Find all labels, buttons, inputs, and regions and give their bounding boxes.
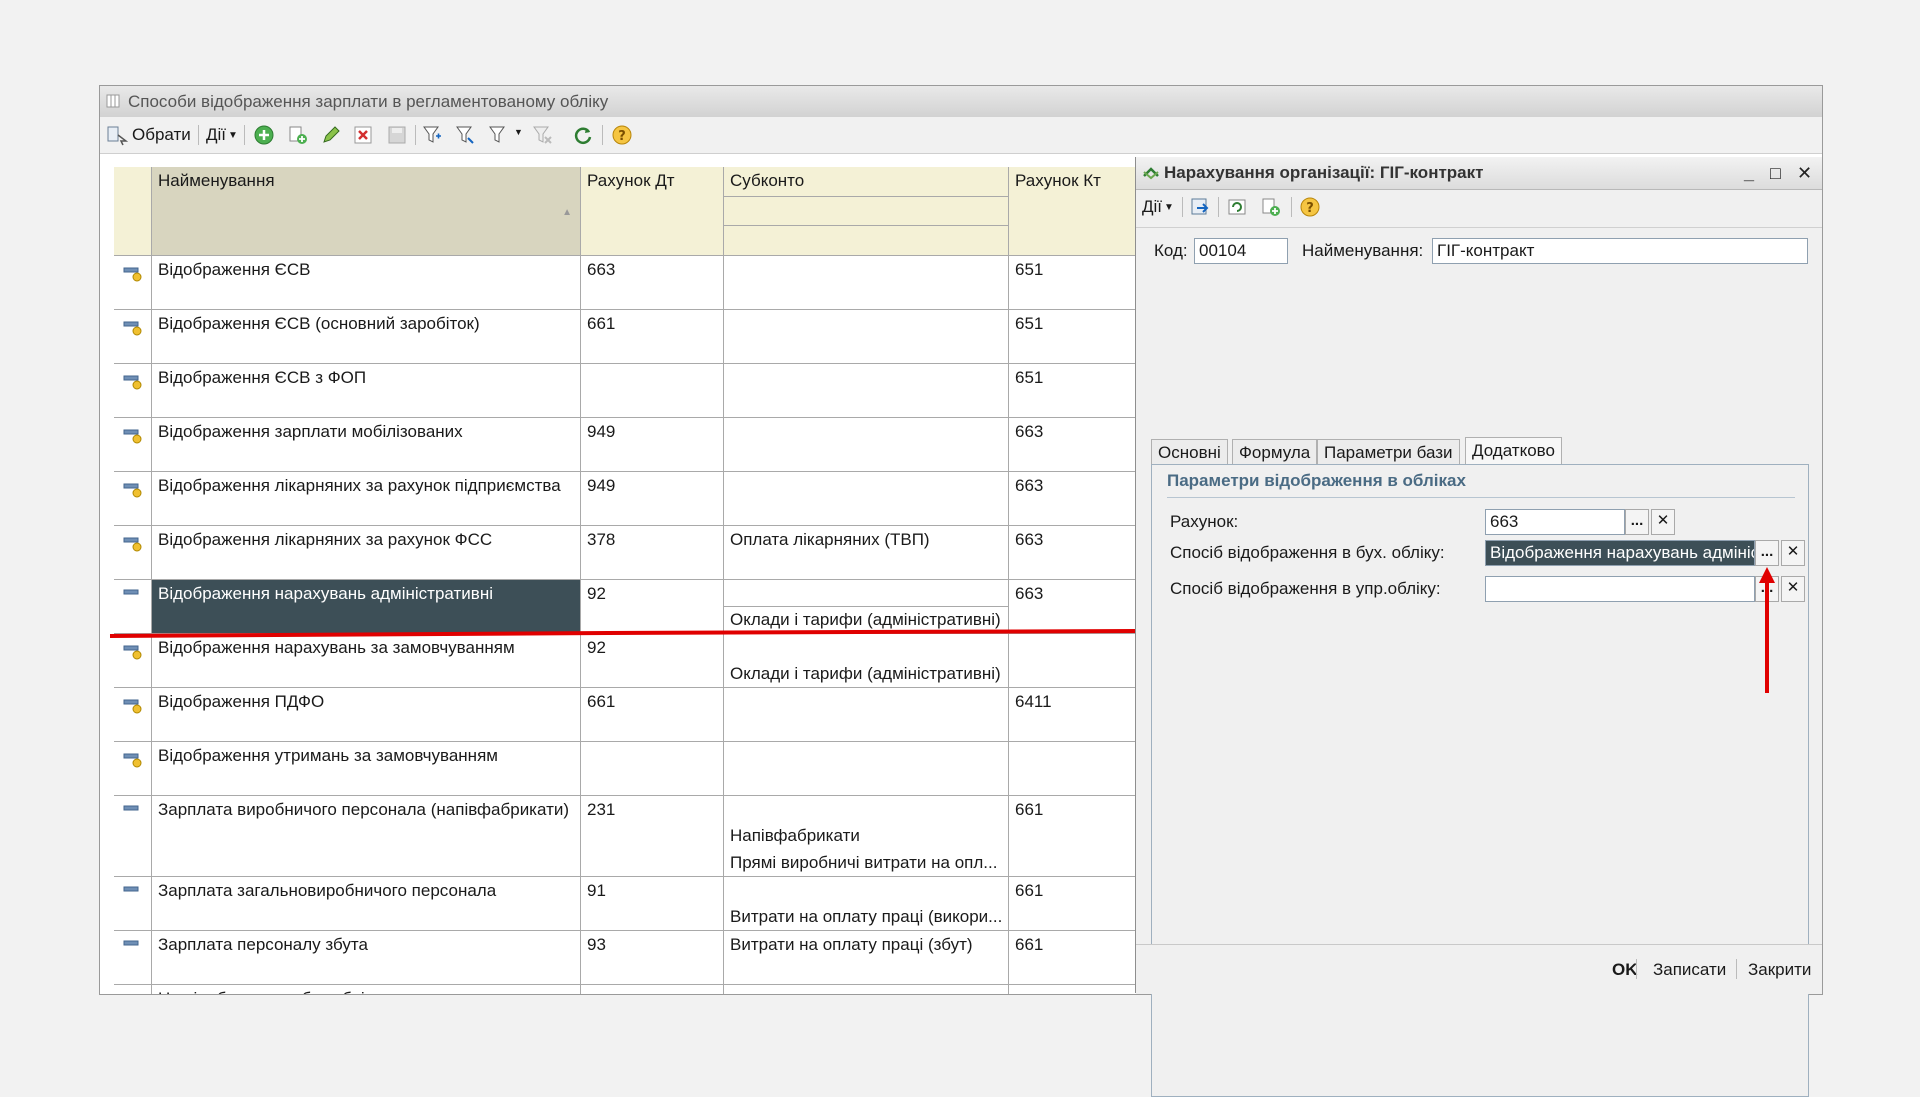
save-disabled-icon[interactable]	[386, 124, 408, 146]
minimize-icon[interactable]: _	[1744, 163, 1754, 184]
dialog-footer: OK Записати Закрити	[1136, 944, 1822, 994]
item-icon	[123, 940, 139, 946]
list-window-icon	[106, 94, 120, 108]
code-label: Код:	[1154, 241, 1188, 260]
predefined-item-icon	[123, 753, 142, 768]
table-header-name[interactable]: Найменування ▲	[152, 167, 581, 256]
dialog-titlebar: Нарахування організації: ГІГ-контракт _ …	[1136, 157, 1822, 190]
select-icon	[107, 126, 128, 146]
help-icon[interactable]: ?	[1299, 196, 1321, 218]
select-button[interactable]: Обрати	[106, 122, 191, 148]
clear-filter-icon[interactable]	[532, 124, 554, 146]
item-icon	[123, 886, 139, 892]
tab-base-params[interactable]: Параметри бази	[1317, 439, 1460, 465]
table-header-credit[interactable]: Рахунок Кт	[1009, 167, 1149, 256]
dialog-actions-menu-button[interactable]: Дії ▼	[1142, 194, 1174, 220]
filter-icon[interactable]	[422, 124, 444, 146]
filter-list-icon[interactable]	[488, 124, 510, 146]
predefined-item-icon	[123, 321, 142, 336]
account-clear-icon[interactable]: ✕	[1651, 509, 1675, 535]
close-icon[interactable]: ✕	[1797, 163, 1812, 184]
table-header-subconto-2	[724, 197, 1009, 226]
dropdown-arrow-icon: ▼	[228, 129, 238, 141]
predefined-item-icon	[123, 699, 142, 714]
actions-menu-label: Дії	[206, 125, 227, 144]
add-icon[interactable]	[253, 124, 275, 146]
bu-method-select-button[interactable]: ...	[1755, 540, 1779, 566]
predefined-item-icon	[123, 375, 142, 390]
upr-method-field[interactable]	[1485, 576, 1755, 602]
additional-tab-panel: Параметри відображення в обліках Рахунок…	[1151, 464, 1809, 1097]
main-toolbar: Обрати Дії ▼ ▼ ?	[100, 117, 1822, 154]
data-table: Найменування ▲ Рахунок Дт Субконто Рахун…	[114, 167, 1149, 995]
footer-separator	[1736, 959, 1737, 979]
predefined-item-icon	[123, 645, 142, 660]
toolbar-separator	[1182, 197, 1183, 217]
section-divider	[1167, 497, 1795, 498]
toolbar-separator	[415, 125, 416, 145]
close-button[interactable]: Закрити	[1748, 960, 1811, 980]
code-field[interactable]: 00104	[1194, 238, 1288, 264]
table-header-subconto[interactable]: Субконто	[724, 167, 1009, 197]
table-header-subconto-3	[724, 226, 1009, 256]
save-button[interactable]: Записати	[1653, 960, 1726, 980]
tab-additional[interactable]: Додатково	[1465, 437, 1562, 465]
toolbar-separator	[198, 125, 199, 145]
item-icon	[123, 589, 139, 595]
bu-method-clear-icon[interactable]: ✕	[1781, 540, 1805, 566]
save-and-close-icon[interactable]	[1189, 196, 1211, 218]
delete-mark-icon[interactable]	[352, 124, 374, 146]
copy-icon[interactable]	[287, 124, 309, 146]
main-titlebar: Способи відображення зарплати в регламен…	[100, 86, 1822, 118]
dialog-actions-label: Дії	[1142, 197, 1163, 216]
main-window-title: Способи відображення зарплати в регламен…	[128, 92, 609, 111]
tab-main[interactable]: Основні	[1151, 439, 1228, 465]
dialog-title: Нарахування організації: ГІГ-контракт	[1164, 163, 1484, 182]
name-field[interactable]: ГІГ-контракт	[1432, 238, 1808, 264]
red-underline-annotation	[109, 629, 1137, 638]
help-icon[interactable]: ?	[611, 124, 633, 146]
name-label: Найменування:	[1302, 241, 1424, 260]
dropdown-arrow-icon: ▼	[1164, 201, 1174, 213]
predefined-item-icon	[123, 429, 142, 444]
upr-method-label: Спосіб відображення в упр.обліку:	[1170, 579, 1441, 598]
section-title: Параметри відображення в обліках	[1167, 471, 1466, 490]
sort-indicator-icon: ▲	[562, 207, 572, 218]
refresh-icon[interactable]	[572, 124, 594, 146]
toolbar-separator	[1291, 197, 1292, 217]
dialog-toolbar: Дії ▼ ?	[1136, 189, 1822, 228]
accrual-dialog: Нарахування організації: ГІГ-контракт _ …	[1135, 157, 1822, 1097]
predefined-item-icon	[123, 267, 142, 282]
ok-button[interactable]: OK	[1612, 960, 1638, 980]
red-arrow-annotation	[1759, 567, 1775, 693]
svg-text:?: ?	[618, 129, 626, 144]
bu-method-field[interactable]: Відображення нарахувань адміністративні	[1485, 540, 1755, 566]
footer-separator	[1636, 959, 1637, 979]
actions-menu-button[interactable]: Дії ▼	[206, 122, 238, 148]
dropdown-arrow-icon[interactable]: ▼	[514, 127, 523, 137]
account-select-button[interactable]: ...	[1625, 509, 1649, 535]
svg-text:?: ?	[1306, 201, 1314, 216]
predefined-item-icon	[123, 537, 142, 552]
reread-icon[interactable]	[1226, 196, 1248, 218]
edit-pencil-icon[interactable]	[320, 124, 342, 146]
table-header-icon-column	[114, 167, 152, 256]
filter-by-value-icon[interactable]	[455, 124, 477, 146]
dialog-window-icon	[1143, 167, 1159, 180]
toolbar-separator	[1218, 197, 1219, 217]
item-icon	[122, 989, 144, 995]
predefined-item-icon	[123, 483, 142, 498]
maximize-icon[interactable]: □	[1770, 163, 1781, 184]
upr-method-clear-icon[interactable]: ✕	[1781, 576, 1805, 602]
account-label: Рахунок:	[1170, 512, 1239, 531]
tab-formula[interactable]: Формула	[1232, 439, 1318, 465]
toolbar-separator	[602, 125, 603, 145]
item-icon	[123, 805, 139, 811]
copy-item-icon[interactable]	[1260, 196, 1282, 218]
bu-method-label: Спосіб відображення в бух. обліку:	[1170, 543, 1445, 562]
account-field[interactable]: 663	[1485, 509, 1625, 535]
toolbar-separator	[244, 125, 245, 145]
select-button-label: Обрати	[132, 125, 191, 144]
table-header-debit[interactable]: Рахунок Дт	[581, 167, 724, 256]
